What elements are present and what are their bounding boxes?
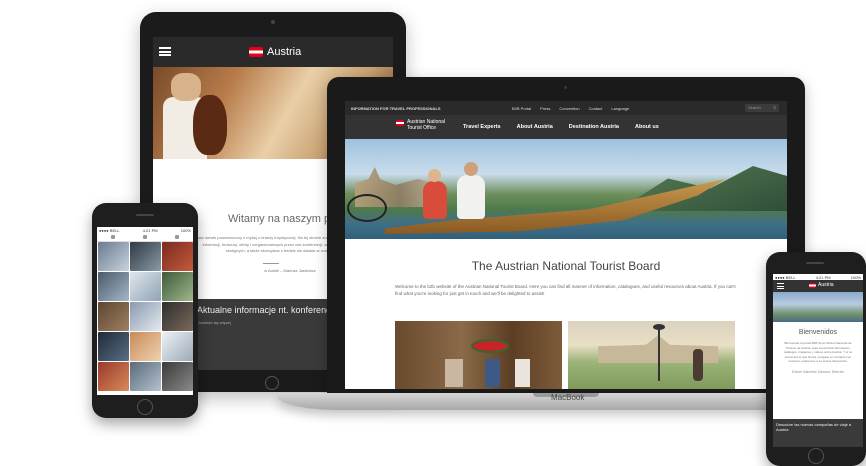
phone-right-signature: Esther Sánchez Zamora, Director bbox=[792, 369, 844, 374]
photo-tile[interactable] bbox=[162, 272, 193, 301]
page-title: The Austrian National Tourist Board bbox=[471, 259, 661, 273]
phone-left-home-button[interactable] bbox=[137, 399, 153, 415]
austria-flag-icon bbox=[396, 120, 404, 126]
menu-destination-austria[interactable]: Destination Austria bbox=[569, 124, 619, 130]
phone-right-brand-label: Austria bbox=[818, 282, 834, 288]
phone-right-screen: ●●●● BELL 4:21 PM 100% Austria Bienvenid… bbox=[773, 274, 863, 447]
menu-about-us[interactable]: About us bbox=[635, 124, 659, 130]
lamp-shape bbox=[653, 324, 665, 381]
menu-travel-experts[interactable]: Travel Experts bbox=[463, 124, 501, 130]
photo-tile[interactable] bbox=[130, 242, 161, 271]
tablet-brand[interactable]: Austria bbox=[249, 46, 301, 58]
person-shape bbox=[457, 162, 485, 219]
photo-tile[interactable] bbox=[98, 272, 129, 301]
main-menu: Travel Experts About Austria Destination… bbox=[463, 124, 659, 130]
cello-shape bbox=[193, 95, 227, 155]
laptop-camera bbox=[564, 86, 567, 89]
logo-line2: Tourist Office bbox=[407, 125, 437, 131]
status-carrier: ●●●● BELL bbox=[99, 228, 120, 233]
tablet-brand-label: Austria bbox=[267, 46, 302, 58]
status-carrier: ●●●● BELL bbox=[775, 275, 796, 280]
util-link-press[interactable]: Press bbox=[540, 106, 550, 111]
tablet-topbar: Austria bbox=[153, 37, 393, 67]
feature-card-2[interactable] bbox=[568, 321, 735, 389]
person-shape bbox=[693, 349, 703, 381]
list-view-icon[interactable] bbox=[143, 235, 147, 239]
divider bbox=[263, 262, 279, 264]
menu-icon[interactable] bbox=[159, 47, 171, 56]
feature-cards bbox=[395, 321, 735, 389]
phone-right-body: Bienvenido al portal B2B de la Oficina N… bbox=[783, 341, 853, 363]
photo-tile[interactable] bbox=[130, 332, 161, 361]
utility-bar: INFORMATION FOR TRAVEL PROFESSIONALS B2B… bbox=[345, 101, 787, 115]
photo-tile[interactable] bbox=[162, 242, 193, 271]
laptop-device: INFORMATION FOR TRAVEL PROFESSIONALS B2B… bbox=[327, 77, 805, 395]
hero-figure-head bbox=[171, 73, 201, 101]
phone-right-topbar: Austria bbox=[773, 280, 863, 292]
photo-tile[interactable] bbox=[98, 362, 129, 391]
person-shape bbox=[423, 169, 447, 219]
laptop-screen: INFORMATION FOR TRAVEL PROFESSIONALS B2B… bbox=[345, 101, 787, 389]
phone-right-device: ●●●● BELL 4:21 PM 100% Austria Bienvenid… bbox=[766, 252, 866, 466]
menu-about-austria[interactable]: About Austria bbox=[517, 124, 553, 130]
search-input[interactable]: Search ⚲ bbox=[745, 104, 779, 112]
utility-links: B2B Portal Press Convention Contact Lang… bbox=[512, 106, 629, 111]
austria-flag-icon bbox=[809, 282, 816, 288]
photo-tile[interactable] bbox=[162, 332, 193, 361]
phone-right-home-button[interactable] bbox=[808, 448, 824, 464]
menu-icon[interactable] bbox=[777, 283, 784, 289]
util-link-b2b[interactable]: B2B Portal bbox=[512, 106, 531, 111]
intro-text: Welcome to the b2b website of the Austri… bbox=[395, 284, 736, 296]
util-link-language[interactable]: Language bbox=[611, 106, 629, 111]
laptop-hero-image bbox=[345, 139, 787, 239]
laptop-content: The Austrian National Tourist Board Welc… bbox=[345, 259, 787, 297]
util-link-convention[interactable]: Convention bbox=[559, 106, 579, 111]
status-time: 4:21 PM bbox=[815, 275, 831, 280]
ant-logo[interactable]: Austrian National Tourist Office bbox=[396, 119, 445, 131]
photo-tile[interactable] bbox=[98, 302, 129, 331]
pro-label: INFORMATION FOR TRAVEL PROFESSIONALS bbox=[351, 105, 441, 111]
util-link-contact[interactable]: Contact bbox=[589, 106, 603, 111]
photo-tile[interactable] bbox=[98, 242, 129, 271]
search-placeholder: Search bbox=[748, 105, 761, 110]
photo-tile[interactable] bbox=[98, 332, 129, 361]
phone-left-device: ●●●● BELL 4:21 PM 100% bbox=[92, 203, 198, 418]
bicycle-wheel-shape bbox=[347, 194, 387, 222]
tablet-camera bbox=[271, 20, 275, 24]
photo-grid bbox=[97, 242, 193, 391]
phone-speaker bbox=[136, 214, 154, 216]
phone-left-screen: ●●●● BELL 4:21 PM 100% bbox=[97, 227, 193, 395]
feature-card-1[interactable] bbox=[395, 321, 562, 389]
photo-tile[interactable] bbox=[162, 302, 193, 331]
status-battery: 100% bbox=[180, 228, 191, 233]
devices-mockup: Austria Witamy na naszym portalu B Nasz … bbox=[0, 0, 866, 466]
tablet-home-button[interactable] bbox=[265, 376, 279, 390]
photo-tile[interactable] bbox=[130, 362, 161, 391]
photo-tile[interactable] bbox=[130, 272, 161, 301]
austria-flag-icon bbox=[249, 47, 263, 57]
search-icon[interactable]: ⚲ bbox=[773, 105, 776, 111]
phone-right-brand[interactable]: Austria bbox=[809, 282, 834, 288]
main-navbar: Austrian National Tourist Office Travel … bbox=[345, 115, 787, 139]
phone-right-hero-image bbox=[773, 292, 863, 322]
flower-box-shape bbox=[473, 341, 507, 351]
tag-icon[interactable] bbox=[175, 235, 179, 239]
people-shape bbox=[445, 359, 545, 387]
phone-right-news[interactable]: Descubre las nuevas campañas de viaje a … bbox=[773, 419, 863, 447]
photo-tile[interactable] bbox=[130, 302, 161, 331]
phone-right-title: Bienvenidos bbox=[798, 329, 838, 336]
status-battery: 100% bbox=[850, 275, 861, 280]
gallery-tabs bbox=[97, 233, 193, 242]
grid-view-icon[interactable] bbox=[111, 235, 115, 239]
photo-tile[interactable] bbox=[162, 362, 193, 391]
phone-speaker bbox=[806, 262, 824, 264]
status-time: 4:21 PM bbox=[142, 228, 158, 233]
laptop-brand-label: MacBook bbox=[551, 393, 585, 402]
